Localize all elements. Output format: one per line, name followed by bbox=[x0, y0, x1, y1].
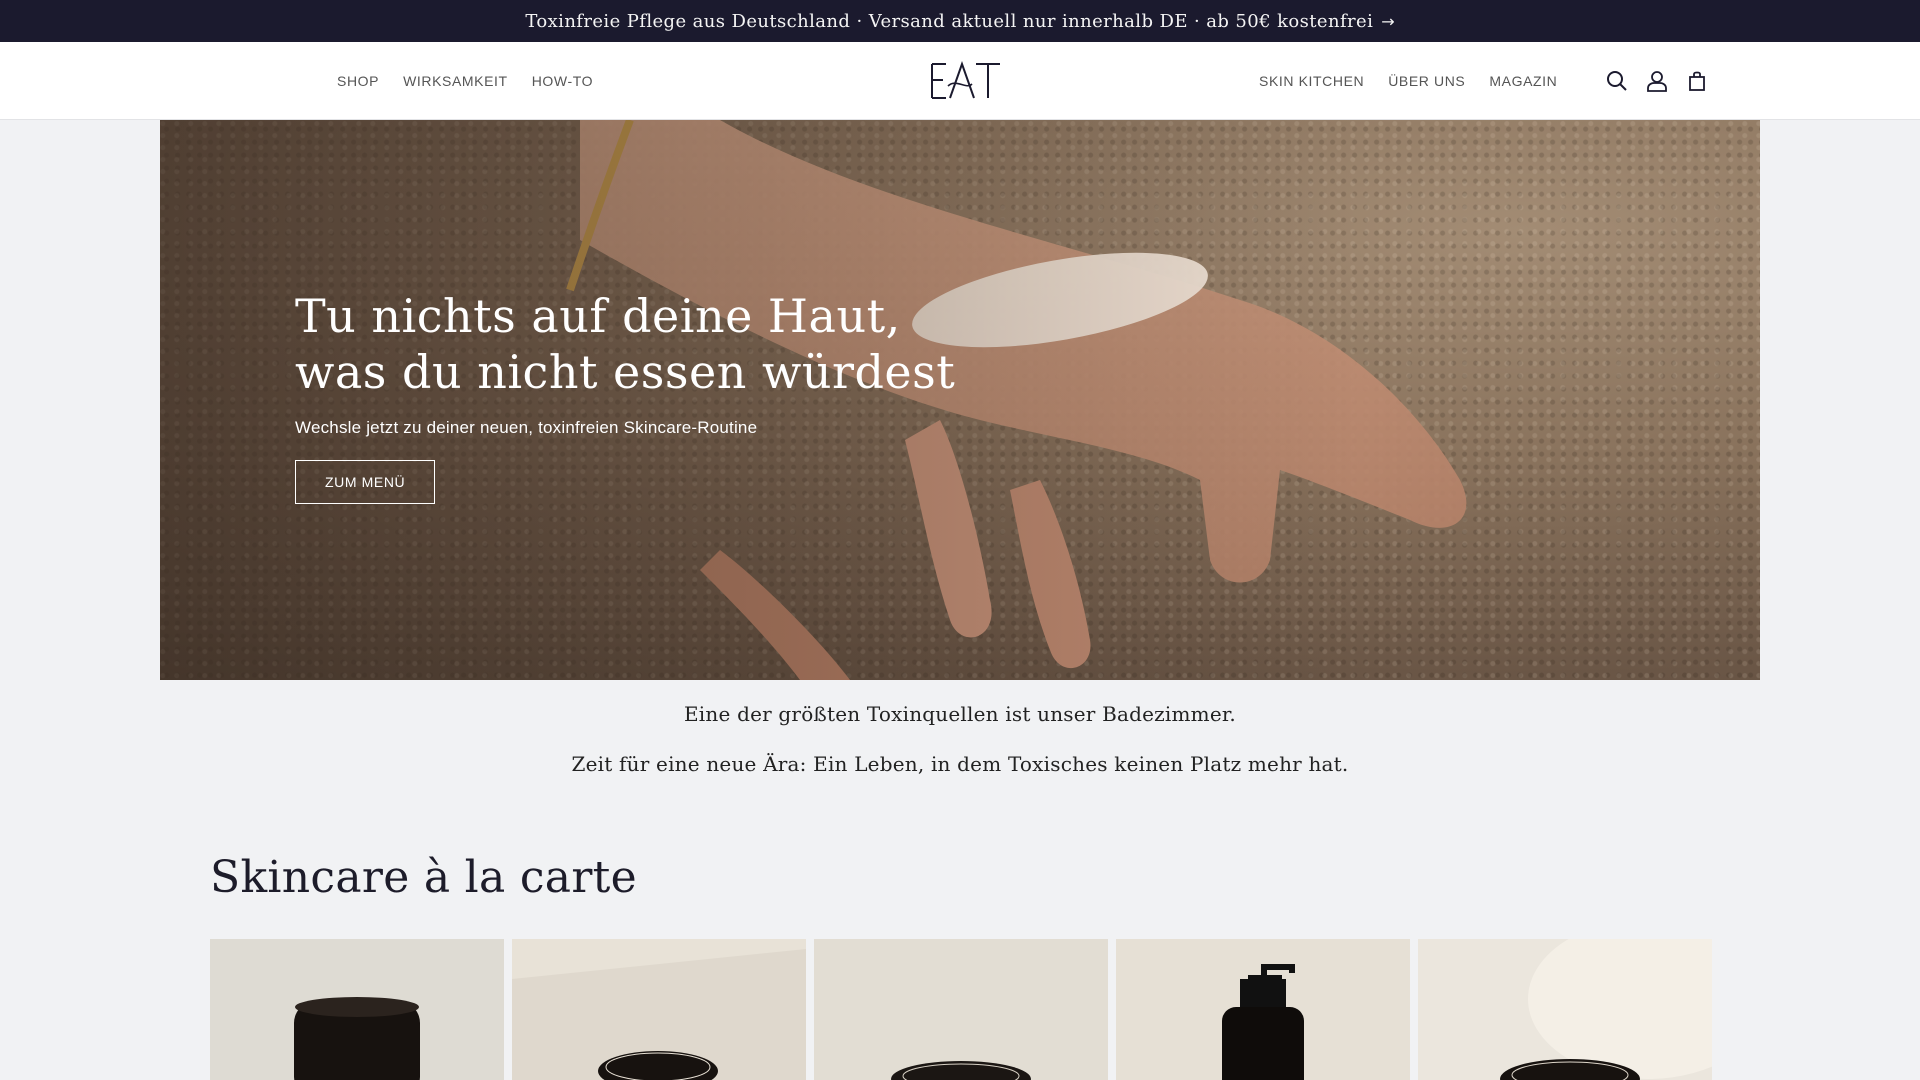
hero-banner: Tu nichts auf deine Haut, was du nicht e… bbox=[160, 120, 1760, 680]
hero-content: Tu nichts auf deine Haut, was du nicht e… bbox=[295, 288, 955, 504]
search-icon[interactable] bbox=[1605, 69, 1629, 93]
intro-quote-2: Zeit für eine neue Ära: Ein Leben, in de… bbox=[571, 752, 1349, 776]
nav-item-ueber-uns[interactable]: ÜBER UNS bbox=[1388, 73, 1465, 89]
primary-nav-left: SHOP WIRKSAMKEIT HOW-TO bbox=[337, 42, 593, 120]
intro-quote-1: Eine der größten Toxinquellen ist unser … bbox=[684, 702, 1236, 726]
product-card[interactable] bbox=[512, 939, 806, 1080]
nav-item-skin-kitchen[interactable]: SKIN KITCHEN bbox=[1259, 73, 1364, 89]
zum-menue-button[interactable]: ZUM MENÜ bbox=[295, 460, 436, 504]
product-card[interactable] bbox=[210, 939, 504, 1080]
product-card[interactable] bbox=[1116, 939, 1410, 1080]
brand-logo[interactable] bbox=[928, 60, 1002, 102]
hero-title-line-1: Tu nichts auf deine Haut, bbox=[295, 289, 901, 343]
nav-item-shop[interactable]: SHOP bbox=[337, 73, 379, 89]
announcement-text: Toxinfreie Pflege aus Deutschland · Vers… bbox=[525, 10, 1374, 32]
eat-logo-mark bbox=[931, 60, 1000, 99]
product-jar-image bbox=[210, 939, 504, 1080]
product-jar-image bbox=[512, 939, 806, 1080]
cart-icon[interactable] bbox=[1685, 69, 1709, 93]
account-icon[interactable] bbox=[1645, 69, 1669, 93]
site-header: SHOP WIRKSAMKEIT HOW-TO SKIN KITCHEN ÜBE… bbox=[0, 42, 1920, 120]
section-title: Skincare à la carte bbox=[210, 852, 637, 903]
product-jar-image bbox=[1418, 939, 1712, 1080]
product-bottle-image bbox=[1116, 939, 1410, 1080]
nav-item-wirksamkeit[interactable]: WIRKSAMKEIT bbox=[403, 73, 508, 89]
nav-item-magazin[interactable]: MAGAZIN bbox=[1489, 73, 1557, 89]
nav-item-how-to[interactable]: HOW-TO bbox=[532, 73, 593, 89]
hero-title-line-2: was du nicht essen würdest bbox=[295, 345, 956, 399]
product-card[interactable] bbox=[1418, 939, 1712, 1080]
arrow-right-icon: → bbox=[1381, 11, 1395, 31]
product-card[interactable] bbox=[814, 939, 1108, 1080]
announcement-bar[interactable]: Toxinfreie Pflege aus Deutschland · Vers… bbox=[0, 0, 1920, 42]
product-grid bbox=[210, 939, 1712, 1080]
primary-nav-right: SKIN KITCHEN ÜBER UNS MAGAZIN bbox=[1259, 42, 1557, 120]
product-jar-image bbox=[814, 939, 1108, 1080]
hero-subtitle: Wechsle jetzt zu deiner neuen, toxinfrei… bbox=[295, 418, 758, 437]
hero-title: Tu nichts auf deine Haut, was du nicht e… bbox=[295, 288, 955, 400]
header-icons bbox=[1605, 42, 1709, 120]
